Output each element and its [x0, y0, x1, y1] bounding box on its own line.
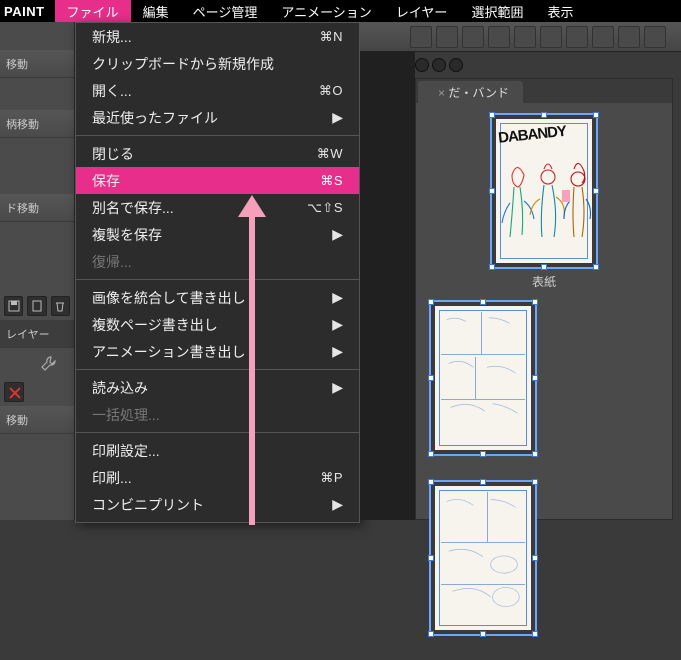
menu-save-as[interactable]: 別名で保存...⌥⇧S: [76, 194, 359, 221]
tool-button[interactable]: [618, 26, 640, 48]
file-dropdown: 新規...⌘N クリップボードから新規作成 開く...⌘O 最近使ったファイル▶…: [75, 22, 360, 523]
chevron-right-icon: ▶: [332, 343, 343, 360]
page-panel: × だ・バンド DABANDY: [415, 78, 673, 520]
menu-revert: 復帰...: [76, 248, 359, 275]
chevron-right-icon: ▶: [332, 226, 343, 243]
menu-print-settings[interactable]: 印刷設定...: [76, 437, 359, 464]
menu-open[interactable]: 開く...⌘O: [76, 77, 359, 104]
cover-thumb[interactable]: DABANDY: [490, 113, 598, 269]
chevron-right-icon: ▶: [332, 496, 343, 513]
page-thumb[interactable]: [429, 480, 537, 636]
doc-icon[interactable]: [27, 296, 46, 316]
separator: [76, 432, 359, 433]
menu-close[interactable]: 閉じる⌘W: [76, 140, 359, 167]
pink-marker: [562, 190, 570, 202]
menu-export-anim[interactable]: アニメーション書き出し▶: [76, 338, 359, 365]
page-thumb-wrap: [424, 480, 542, 650]
menu-print[interactable]: 印刷...⌘P: [76, 464, 359, 491]
menu-new-from-clipboard[interactable]: クリップボードから新規作成: [76, 50, 359, 77]
panel-tab[interactable]: × だ・バンド: [418, 81, 523, 103]
menu-layer[interactable]: レイヤー: [384, 0, 460, 24]
window-min-icon[interactable]: [432, 58, 446, 72]
layer-tab[interactable]: レイヤー: [0, 320, 74, 348]
menu-recent[interactable]: 最近使ったファイル▶: [76, 104, 359, 131]
tool-row[interactable]: 柄移動: [0, 110, 74, 138]
menubar: PAINT ファイル 編集 ページ管理 アニメーション レイヤー 選択範囲 表示: [0, 0, 681, 22]
separator: [76, 279, 359, 280]
chevron-right-icon: ▶: [332, 379, 343, 396]
menu-batch: 一括処理...: [76, 401, 359, 428]
menu-import[interactable]: 読み込み▶: [76, 374, 359, 401]
save-small-icon[interactable]: [4, 296, 23, 316]
left-tool-column: 移動 柄移動 ド移動 レイヤー 移動: [0, 22, 75, 520]
chevron-right-icon: ▶: [332, 316, 343, 333]
tool-button[interactable]: [514, 26, 536, 48]
page-thumb[interactable]: [429, 300, 537, 456]
chevron-right-icon: ▶: [332, 109, 343, 126]
menu-convenience-print[interactable]: コンビニプリント▶: [76, 491, 359, 518]
menu-page[interactable]: ページ管理: [181, 0, 270, 24]
tool-button[interactable]: [410, 26, 432, 48]
separator: [76, 369, 359, 370]
menu-edit[interactable]: 編集: [131, 0, 181, 24]
menu-file[interactable]: ファイル: [55, 0, 131, 24]
page-thumb-wrap: [424, 300, 542, 470]
trash-icon[interactable]: [51, 296, 70, 316]
menu-save[interactable]: 保存⌘S: [76, 167, 359, 194]
tool-row[interactable]: ド移動: [0, 194, 74, 222]
window-close-icon[interactable]: [415, 58, 429, 72]
tool-button[interactable]: [592, 26, 614, 48]
menu-export-flat[interactable]: 画像を統合して書き出し▶: [76, 284, 359, 311]
tab-label: だ・バンド: [448, 86, 509, 100]
app-name: PAINT: [0, 4, 55, 19]
panel-tabrow: × だ・バンド: [416, 79, 672, 103]
cover-caption: 表紙: [532, 273, 556, 290]
menu-view[interactable]: 表示: [535, 0, 585, 24]
tool-button[interactable]: [488, 26, 510, 48]
cover-thumb-wrap: DABANDY: [424, 113, 664, 290]
tool-button[interactable]: [644, 26, 666, 48]
menu-save-copy[interactable]: 複製を保存▶: [76, 221, 359, 248]
window-controls: [415, 58, 463, 72]
chevron-right-icon: ▶: [332, 289, 343, 306]
menu-export-multi[interactable]: 複数ページ書き出し▶: [76, 311, 359, 338]
tool-row[interactable]: 移動: [0, 406, 74, 434]
close-icon[interactable]: ×: [438, 86, 445, 100]
separator: [76, 135, 359, 136]
tool-row[interactable]: 移動: [0, 50, 74, 78]
top-toolstrip: [360, 22, 681, 52]
menu-new[interactable]: 新規...⌘N: [76, 23, 359, 50]
window-max-icon[interactable]: [449, 58, 463, 72]
menu-select[interactable]: 選択範囲: [459, 0, 535, 24]
tool-button[interactable]: [566, 26, 588, 48]
tool-button[interactable]: [436, 26, 458, 48]
delete-x-icon[interactable]: [4, 382, 24, 402]
tool-button[interactable]: [540, 26, 562, 48]
wrench-icon[interactable]: [40, 354, 58, 372]
menu-animation[interactable]: アニメーション: [269, 0, 383, 24]
canvas-peek: [360, 22, 415, 520]
tool-button[interactable]: [462, 26, 484, 48]
